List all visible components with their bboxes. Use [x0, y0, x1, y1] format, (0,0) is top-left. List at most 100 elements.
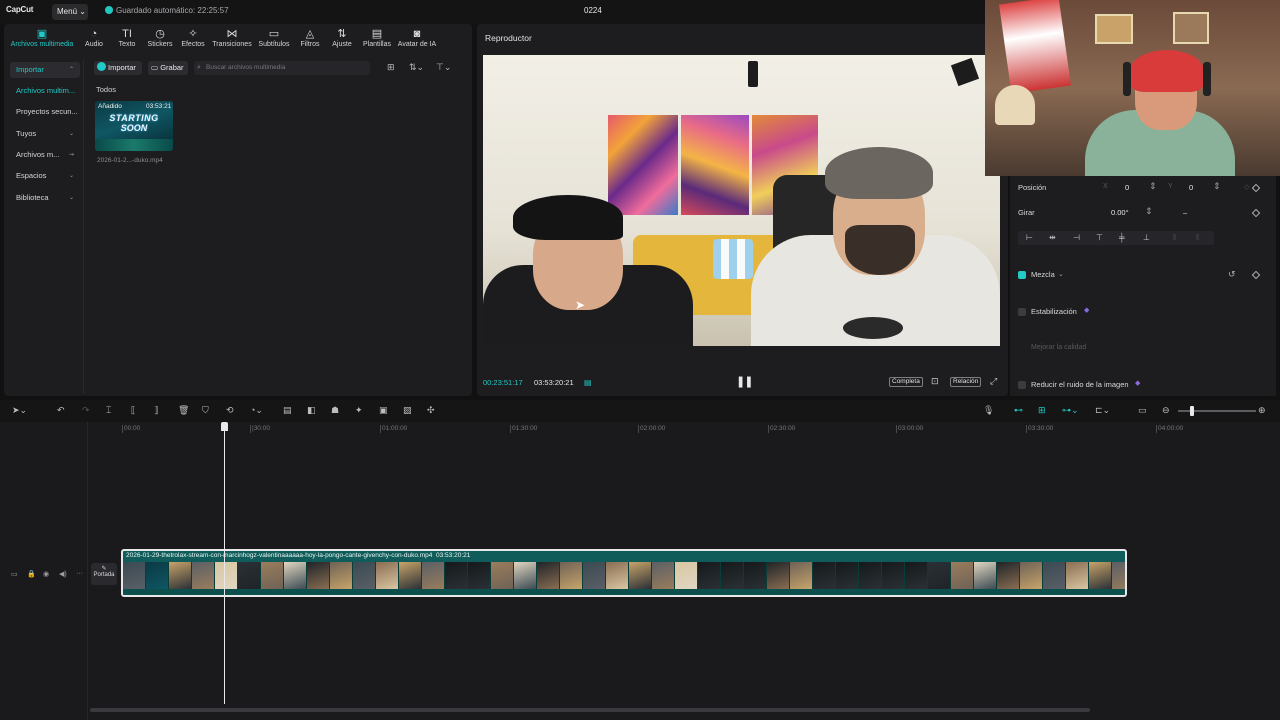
rotate-input[interactable]: 0.00°: [1111, 208, 1129, 217]
cover-button[interactable]: ✎ Portada: [91, 563, 117, 585]
filmstrip-frame: [307, 562, 330, 589]
nav-item-5[interactable]: Espacios ⌄: [10, 168, 80, 184]
x-input[interactable]: 0: [1125, 183, 1129, 192]
x-label: X: [1103, 183, 1108, 190]
import-button[interactable]: Importar: [94, 61, 142, 75]
video-clip[interactable]: 2026-01-29-thetrolax-stream-con-marcinho…: [121, 549, 1127, 597]
sort-icon[interactable]: ⇅⌄: [409, 62, 424, 73]
media-search-input[interactable]: ⌕ Buscar archivos multimedia: [194, 61, 370, 75]
nav-item-3[interactable]: Tuyos ⌄: [10, 126, 80, 142]
fullscreen-icon[interactable]: ⤢: [990, 376, 997, 387]
align-top-icon[interactable]: ⊤: [1096, 233, 1103, 242]
x-stepper-icon[interactable]: ⇕: [1149, 181, 1157, 192]
record-label: Grabar: [160, 63, 184, 72]
playhead[interactable]: [224, 428, 225, 704]
person-icon[interactable]: ☗: [331, 405, 339, 416]
y-input[interactable]: 0: [1189, 183, 1193, 192]
crop-tool-icon[interactable]: ⟲: [226, 405, 234, 416]
tab-adjust[interactable]: ⇅ Ajuste: [331, 27, 353, 53]
ai-tool-icon[interactable]: ✣: [427, 405, 435, 416]
link-main-track-icon[interactable]: ⊷: [1014, 405, 1023, 416]
split-icon[interactable]: ⌶: [106, 405, 111, 416]
nav-item-1[interactable]: Archivos multim...: [10, 83, 80, 99]
nav-item-0[interactable]: Importar ⌃: [10, 62, 80, 78]
filmstrip-frame: [652, 562, 675, 589]
playhead-handle[interactable]: [221, 422, 228, 431]
subtitle-tool-icon[interactable]: ▣: [379, 405, 388, 416]
delete-icon[interactable]: 🗑: [178, 405, 189, 416]
plus-icon: [97, 62, 106, 71]
captions-icon[interactable]: ▭: [1138, 405, 1147, 416]
rotate-dash-icon[interactable]: –: [1183, 208, 1187, 217]
video-preview[interactable]: ➤: [483, 55, 1000, 346]
select-cursor-icon[interactable]: ➤⌄: [12, 405, 27, 416]
tab-sticker[interactable]: ◷ Stickers: [146, 27, 174, 53]
tab-ai-avatar[interactable]: ◙ Avatar de IA: [397, 27, 437, 53]
horizontal-scrollbar[interactable]: [90, 708, 1090, 712]
chevron-down-icon[interactable]: ⌄: [1058, 270, 1064, 278]
freeze-icon[interactable]: ◧: [307, 405, 316, 416]
tab-subtitles[interactable]: ▭ Subtítulos: [257, 27, 291, 53]
magnet-icon[interactable]: ⊞: [1038, 405, 1046, 416]
speaker-icon[interactable]: ◀): [59, 570, 67, 578]
filter-icon[interactable]: ⊤⌄: [436, 62, 451, 73]
tab-templates[interactable]: ▤ Plantillas: [361, 27, 393, 53]
nav-item-4[interactable]: Archivos m... ⇝: [10, 147, 80, 163]
filters-icon: ◬: [305, 28, 315, 40]
frame-image-1: [1095, 14, 1133, 44]
nav-item-2[interactable]: Proyectos secun...: [10, 104, 80, 120]
crop-icon[interactable]: ⊡: [931, 376, 939, 387]
align-center-v-icon[interactable]: ╪: [1119, 233, 1125, 242]
align-center-h-icon[interactable]: ⇹: [1049, 233, 1056, 242]
blend-checkbox[interactable]: [1018, 271, 1026, 279]
caption-icon[interactable]: ▤: [283, 405, 292, 416]
eye-icon[interactable]: ◉: [43, 570, 49, 578]
full-quality-button[interactable]: Completa: [889, 377, 923, 387]
reset-icon[interactable]: ↺: [1228, 269, 1236, 280]
split-left-icon[interactable]: ⟦: [131, 405, 135, 416]
zoom-slider-knob[interactable]: [1190, 406, 1194, 416]
undo-icon[interactable]: ↶: [57, 405, 65, 416]
align-bottom-icon[interactable]: ⊥: [1143, 233, 1150, 242]
image-edit-icon[interactable]: ▨: [403, 405, 412, 416]
streamer-cap: [1130, 50, 1204, 92]
zoom-out-icon[interactable]: ⊖: [1162, 405, 1170, 416]
preview-axis-icon[interactable]: ⊏⌄: [1095, 405, 1110, 416]
grid-view-icon[interactable]: ⊞: [387, 62, 395, 73]
ratio-button[interactable]: Relación: [950, 377, 982, 387]
pause-icon: ❚❚: [736, 376, 753, 388]
split-right-icon[interactable]: ⟧: [154, 405, 158, 416]
tab-effects[interactable]: ✧ Efectos: [180, 27, 206, 53]
microphone-icon[interactable]: 🎙: [983, 405, 994, 416]
menu-button[interactable]: Menú ⌄: [52, 4, 88, 20]
tab-transition[interactable]: ⋈ Transiciones: [211, 27, 253, 53]
timeline-view-icon[interactable]: ▤: [584, 378, 592, 387]
tab-audio[interactable]: ◔ Audio: [84, 27, 104, 53]
speed-icon[interactable]: ◔⌄: [250, 405, 263, 416]
align-right-icon[interactable]: ⊣: [1073, 233, 1080, 242]
chevron-icon: ⌄: [68, 131, 74, 137]
tab-text[interactable]: TI Texto: [117, 27, 137, 53]
more-icon[interactable]: ···: [76, 570, 83, 577]
link-icon[interactable]: ⊶⌄: [1062, 405, 1079, 416]
tab-media[interactable]: ▣ Archivos multimedia: [8, 27, 76, 53]
align-left-icon[interactable]: ⊢: [1026, 233, 1033, 242]
record-button[interactable]: ▭ Grabar: [148, 61, 188, 75]
position-reset-icon[interactable]: ◇: [1244, 183, 1249, 191]
rotate-stepper-icon[interactable]: ⇕: [1145, 206, 1153, 217]
zoom-in-icon[interactable]: ⊕: [1258, 405, 1266, 416]
ai-avatar-icon: ◙: [413, 28, 421, 40]
y-stepper-icon[interactable]: ⇕: [1213, 181, 1221, 192]
tab-filters[interactable]: ◬ Filtros: [299, 27, 321, 53]
search-placeholder: Buscar archivos multimedia: [206, 64, 286, 71]
lock-icon[interactable]: 🔒: [27, 570, 36, 578]
track-cover-icon[interactable]: ▭: [11, 570, 18, 578]
marker-icon[interactable]: ⛉: [202, 405, 209, 416]
filter-all-label[interactable]: Todos: [96, 85, 116, 94]
denoise-checkbox[interactable]: [1018, 381, 1026, 389]
y-label: Y: [1168, 183, 1173, 190]
magic-icon[interactable]: ✦: [355, 405, 363, 416]
pause-button[interactable]: ❚❚: [736, 375, 753, 388]
nav-item-6[interactable]: Biblioteca ⌄: [10, 190, 80, 206]
stabilize-checkbox[interactable]: [1018, 308, 1026, 316]
